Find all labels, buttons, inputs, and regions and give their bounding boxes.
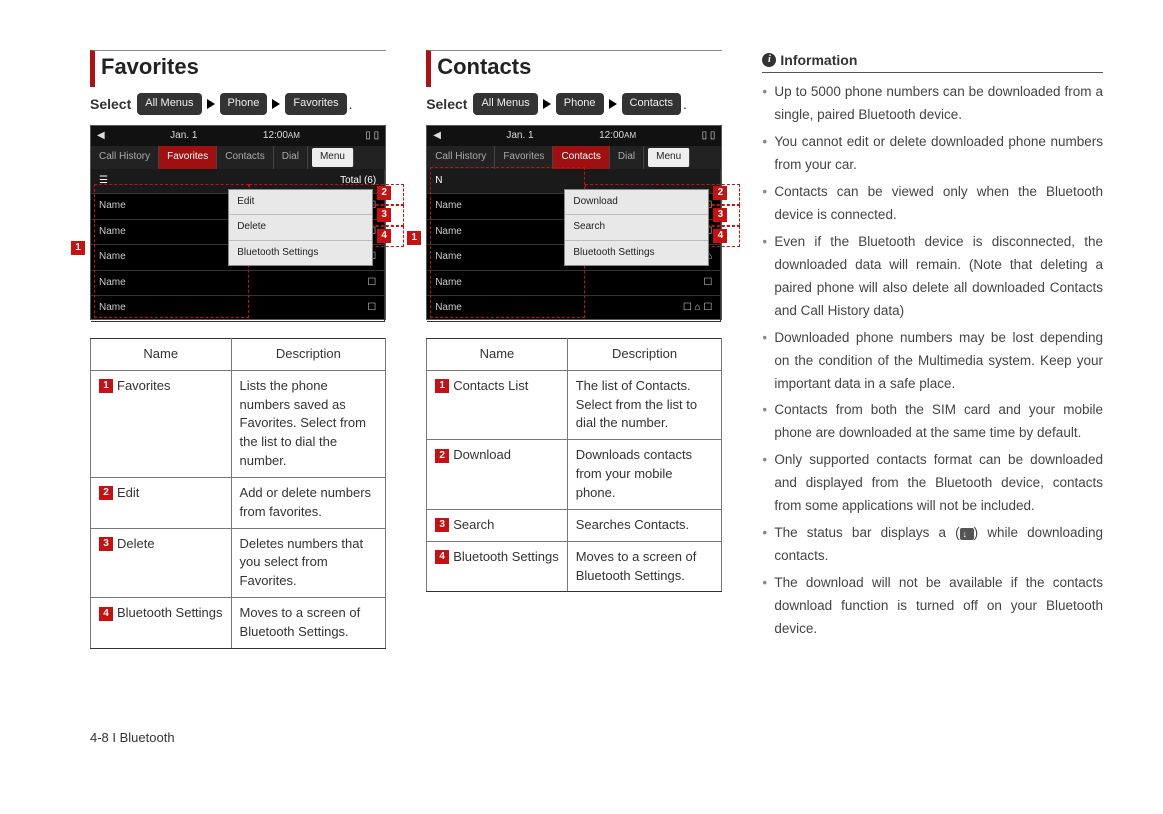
path-all-menus: All Menus <box>137 93 201 115</box>
info-item: Up to 5000 phone numbers can be download… <box>762 81 1103 127</box>
information-column: i Information Up to 5000 phone numbers c… <box>762 50 1103 669</box>
favorites-title: Favorites <box>90 50 386 87</box>
marker-icon: 3 <box>377 208 391 222</box>
list-item: Name☐ <box>91 271 384 297</box>
tab-call-history: Call History <box>427 146 495 169</box>
status-date: Jan. 1 <box>170 129 197 144</box>
marker-icon: 4 <box>377 229 391 243</box>
list-item: Name☐ <box>91 296 384 322</box>
favorites-column: Favorites Select All Menus Phone Favorit… <box>90 50 386 669</box>
info-item: Downloaded phone numbers may be lost dep… <box>762 327 1103 396</box>
list-item: Name☐ ⌂ ☐ <box>427 296 720 322</box>
popup-search: Search <box>565 215 708 241</box>
contacts-title: Contacts <box>426 50 722 87</box>
tab-dial: Dial <box>610 146 644 169</box>
context-menu: Download Search Bluetooth Settings <box>564 189 709 267</box>
marker-icon: 3 <box>713 208 727 222</box>
info-item: Even if the Bluetooth device is disconne… <box>762 231 1103 323</box>
status-time: 12:00 <box>263 130 288 141</box>
back-icon: ◀ <box>433 129 441 144</box>
tab-contacts: Contacts <box>553 146 609 169</box>
info-item: The status bar displays a () while downl… <box>762 522 1103 568</box>
period: . <box>349 94 353 114</box>
contacts-screenshot: ◀ Jan. 1 12:00AM ▯ ▯ Call History Favori… <box>426 125 722 320</box>
table-row: 3Delete Deletes numbers that you select … <box>91 528 386 598</box>
marker-icon: 2 <box>713 186 727 200</box>
path-phone: Phone <box>556 93 604 115</box>
popup-download: Download <box>565 190 708 216</box>
info-item: Contacts from both the SIM card and your… <box>762 399 1103 445</box>
marker-icon: 4 <box>713 229 727 243</box>
chevron-right-icon <box>609 99 617 109</box>
status-icons: ▯ ▯ <box>702 129 716 144</box>
favorites-breadcrumb: Select All Menus Phone Favorites . <box>90 93 386 115</box>
menu-button: Menu <box>312 148 354 167</box>
tab-dial: Dial <box>274 146 308 169</box>
info-icon: i <box>762 53 776 67</box>
path-phone: Phone <box>220 93 268 115</box>
popup-delete: Delete <box>229 215 372 241</box>
table-row: 1Favorites Lists the phone numbers saved… <box>91 370 386 477</box>
info-item: The download will not be available if th… <box>762 572 1103 641</box>
information-heading: i Information <box>762 50 1103 73</box>
info-item: You cannot edit or delete downloaded pho… <box>762 131 1103 177</box>
information-list: Up to 5000 phone numbers can be download… <box>762 81 1103 641</box>
contacts-column: Contacts Select All Menus Phone Contacts… <box>426 50 722 669</box>
status-icons: ▯ ▯ <box>365 129 379 144</box>
table-row: 1Contacts List The list of Contacts. Sel… <box>427 370 722 440</box>
path-favorites: Favorites <box>285 93 346 115</box>
select-label: Select <box>426 94 467 114</box>
chevron-right-icon <box>207 99 215 109</box>
marker-icon: 1 <box>71 241 85 255</box>
contacts-desc-table: Name Description 1Contacts List The list… <box>426 338 722 593</box>
tab-favorites: Favorites <box>495 146 553 169</box>
context-menu: Edit Delete Bluetooth Settings <box>228 189 373 267</box>
menu-button: Menu <box>648 148 690 167</box>
table-row: 4Bluetooth Settings Moves to a screen of… <box>91 598 386 649</box>
path-contacts: Contacts <box>622 93 681 115</box>
marker-icon: 2 <box>377 186 391 200</box>
back-icon: ◀ <box>97 129 105 144</box>
favorites-desc-table: Name Description 1Favorites Lists the ph… <box>90 338 386 649</box>
popup-bluetooth: Bluetooth Settings <box>229 241 372 266</box>
contacts-breadcrumb: Select All Menus Phone Contacts . <box>426 93 722 115</box>
select-label: Select <box>90 94 131 114</box>
table-row: 2Edit Add or delete numbers from favorit… <box>91 477 386 528</box>
chevron-right-icon <box>272 99 280 109</box>
path-all-menus: All Menus <box>473 93 537 115</box>
tab-favorites: Favorites <box>159 146 217 169</box>
table-row: 4Bluetooth Settings Moves to a screen of… <box>427 541 722 592</box>
favorites-screenshot: ◀ Jan. 1 12:00AM ▯ ▯ Call History Favori… <box>90 125 386 320</box>
popup-bluetooth: Bluetooth Settings <box>565 241 708 266</box>
period: . <box>683 94 687 114</box>
list-item: Name☐ <box>427 271 720 297</box>
status-time: 12:00 <box>599 130 624 141</box>
table-row: 2Download Downloads contacts from your m… <box>427 440 722 510</box>
col-name: Name <box>91 338 232 370</box>
download-icon <box>960 528 974 540</box>
page-footer: 4-8 I Bluetooth <box>90 729 1103 748</box>
col-desc: Description <box>567 338 722 370</box>
chevron-right-icon <box>543 99 551 109</box>
marker-icon: 1 <box>407 231 421 245</box>
tab-contacts: Contacts <box>217 146 273 169</box>
col-name: Name <box>427 338 568 370</box>
table-row: 3Search Searches Contacts. <box>427 509 722 541</box>
status-date: Jan. 1 <box>506 129 533 144</box>
tab-call-history: Call History <box>91 146 159 169</box>
popup-edit: Edit <box>229 190 372 216</box>
info-item: Only supported contacts format can be do… <box>762 449 1103 518</box>
col-desc: Description <box>231 338 386 370</box>
info-item: Contacts can be viewed only when the Blu… <box>762 181 1103 227</box>
